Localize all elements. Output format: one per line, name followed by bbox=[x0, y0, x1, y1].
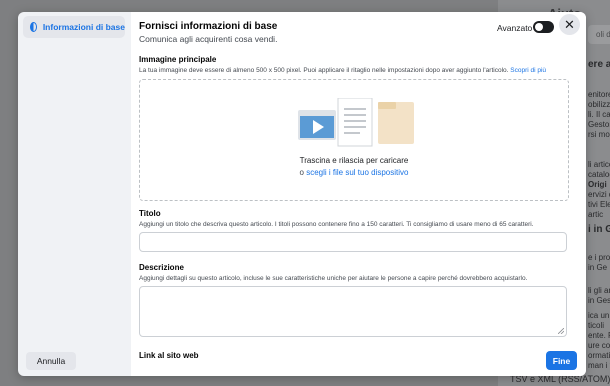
done-button[interactable]: Fine bbox=[546, 351, 577, 370]
help-text: ormati bbox=[588, 351, 610, 360]
help-text: rsi mo bbox=[588, 130, 610, 139]
close-icon: ✕ bbox=[564, 17, 575, 32]
help-text: tivi Ele bbox=[588, 200, 610, 209]
image-section-description: La tua immagine deve essere di almeno 50… bbox=[139, 67, 547, 74]
help-heading: i in G bbox=[588, 224, 610, 235]
advanced-toggle[interactable] bbox=[533, 21, 554, 33]
half-circle-icon bbox=[30, 22, 37, 32]
help-text: Gestor bbox=[588, 120, 610, 129]
help-text: in Ge bbox=[588, 263, 608, 272]
help-text: catalogo bbox=[588, 170, 610, 179]
help-text: Origi bbox=[588, 180, 607, 189]
title-section-label: Titolo bbox=[139, 209, 161, 218]
cancel-button[interactable]: Annulla bbox=[26, 352, 76, 370]
help-text: ervizi d bbox=[588, 190, 610, 199]
upload-illustration-icon bbox=[298, 98, 414, 147]
advanced-label: Avanzato bbox=[497, 23, 533, 33]
dropzone-text: Trascina e rilascia per caricare bbox=[299, 156, 409, 165]
sidebar-item-basic-info[interactable]: Informazioni di base bbox=[23, 16, 125, 38]
description-textarea[interactable] bbox=[139, 286, 567, 337]
image-section-label: Immagine principale bbox=[139, 55, 217, 64]
sidebar-item-label: Informazioni di base bbox=[42, 22, 125, 32]
title-section-description: Aggiungi un titolo che descriva questo a… bbox=[139, 221, 534, 228]
learn-more-link[interactable]: Scopri di più bbox=[510, 67, 546, 74]
help-text: obilizz bbox=[588, 100, 610, 109]
choose-files-link[interactable]: scegli i file sul tuo dispositivo bbox=[306, 168, 408, 177]
website-section-label: Link al sito web bbox=[139, 351, 199, 360]
help-text: artic bbox=[588, 210, 604, 219]
help-text: in Gest bbox=[588, 296, 610, 305]
product-info-dialog: Informazioni di base Fornisci informazio… bbox=[18, 12, 586, 376]
help-text: ente. P bbox=[588, 331, 610, 340]
help-text: ica un bbox=[588, 311, 610, 320]
help-heading: ere ai bbox=[588, 59, 610, 70]
help-text: li. Il cat bbox=[588, 110, 610, 119]
image-dropzone[interactable]: Trascina e rilascia per caricare o scegl… bbox=[139, 79, 569, 201]
title-input[interactable] bbox=[139, 232, 567, 252]
help-text: ticoli bbox=[588, 321, 605, 330]
main-panel: Fornisci informazioni di base Comunica a… bbox=[131, 12, 586, 376]
description-section-label: Descrizione bbox=[139, 263, 184, 272]
help-search-text: oli dell bbox=[596, 30, 610, 39]
page-subtitle: Comunica agli acquirenti cosa vendi. bbox=[139, 34, 278, 44]
help-text: ure con bbox=[588, 341, 610, 350]
help-text: e i prodo bbox=[588, 253, 610, 262]
help-text: li gli art bbox=[588, 286, 610, 295]
close-button[interactable]: ✕ bbox=[559, 14, 580, 35]
dropzone-link-line: o scegli i file sul tuo dispositivo bbox=[299, 168, 409, 177]
description-section-description: Aggiungi dettagli su questo articolo, in… bbox=[139, 275, 528, 282]
toggle-knob bbox=[535, 23, 543, 31]
help-text: li articol bbox=[588, 160, 610, 169]
resize-handle-icon[interactable] bbox=[558, 328, 564, 334]
help-text: man i f bbox=[588, 361, 610, 370]
help-text: enitore bbox=[588, 90, 610, 99]
page-title: Fornisci informazioni di base bbox=[139, 21, 278, 32]
